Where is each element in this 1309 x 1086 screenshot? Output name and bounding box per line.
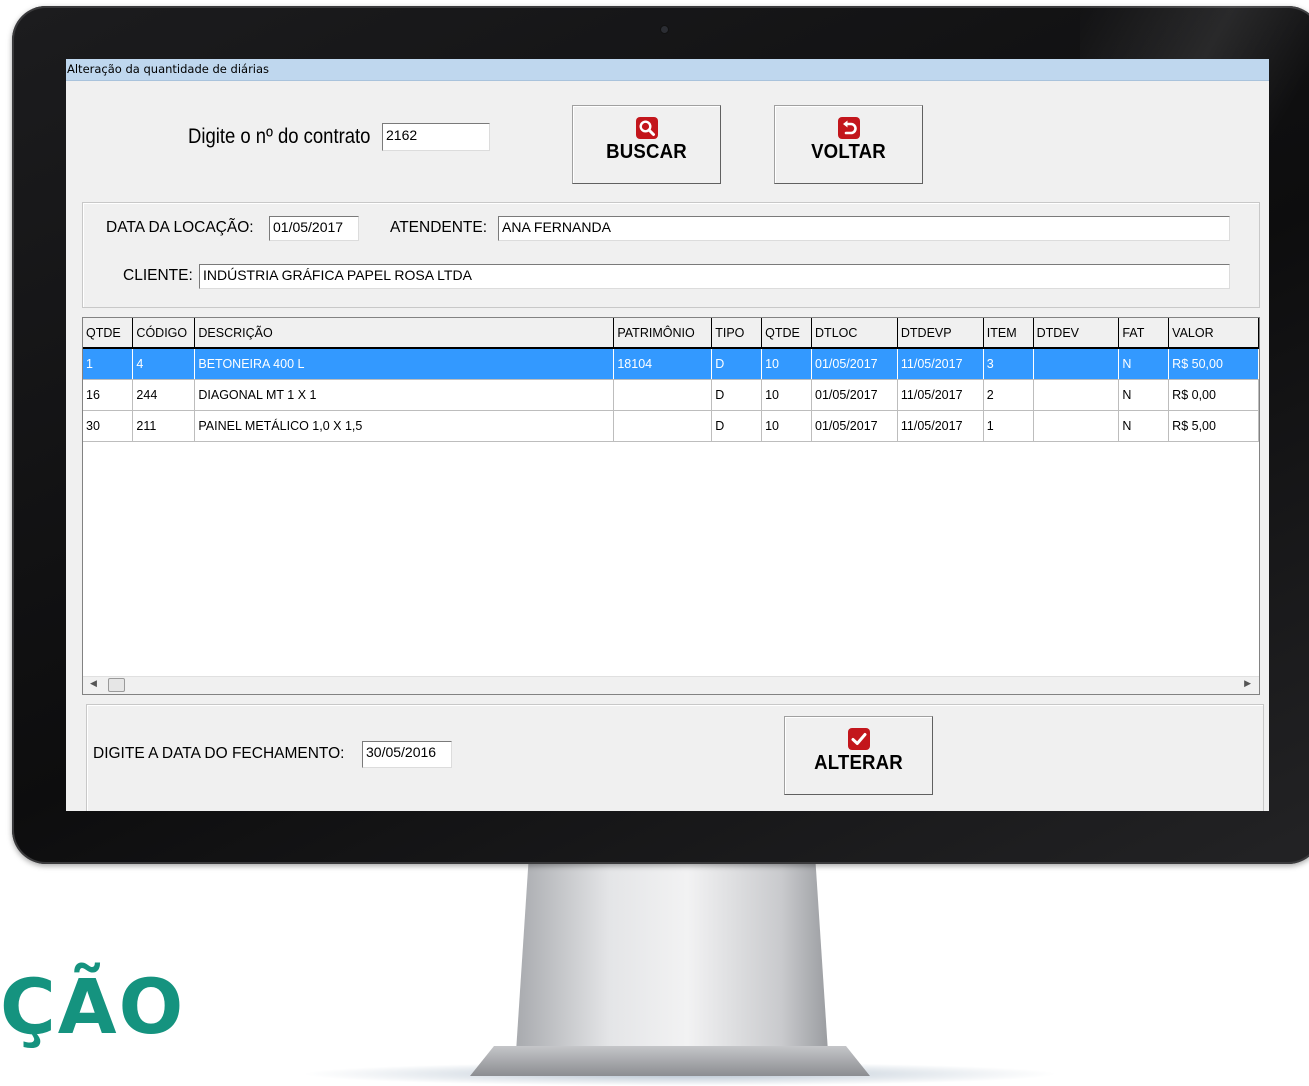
atendente-field[interactable]: ANA FERNANDA: [498, 216, 1230, 241]
table-cell[interactable]: R$ 5,00: [1168, 410, 1259, 442]
table-cell[interactable]: 4: [132, 348, 196, 380]
table-cell[interactable]: N: [1118, 379, 1170, 411]
table-cell[interactable]: N: [1118, 348, 1170, 380]
scroll-left-icon[interactable]: ◀: [90, 678, 97, 689]
table-cell[interactable]: 3: [983, 348, 1034, 380]
table-row-selected[interactable]: 1 4 BETONEIRA 400 L 18104 D 10 01/05/201…: [83, 348, 1259, 380]
table-cell[interactable]: D: [711, 348, 763, 380]
column-header[interactable]: FAT: [1118, 318, 1170, 349]
column-header[interactable]: VALOR: [1168, 318, 1259, 349]
column-header[interactable]: TIPO: [711, 318, 763, 349]
column-header[interactable]: DTDEV: [1033, 318, 1120, 349]
cliente-field[interactable]: INDÚSTRIA GRÁFICA PAPEL ROSA LTDA: [199, 264, 1230, 289]
buscar-label: BUSCAR: [606, 141, 687, 163]
table-cell[interactable]: 11/05/2017: [897, 379, 984, 411]
checkbox-check-icon: [847, 728, 870, 750]
data-locacao-label: DATA DA LOCAÇÃO:: [106, 219, 254, 236]
monitor-stand: [516, 862, 828, 1052]
table-row[interactable]: 16 244 DIAGONAL MT 1 X 1 D 10 01/05/2017…: [83, 379, 1259, 411]
table-cell[interactable]: DIAGONAL MT 1 X 1: [194, 379, 615, 411]
monitor-stand-base: [470, 1046, 870, 1076]
table-cell[interactable]: 16: [83, 379, 134, 411]
buscar-button[interactable]: BUSCAR: [572, 105, 721, 184]
items-table: QTDE CÓDIGO DESCRIÇÃO PATRIMÔNIO TIPO QT…: [83, 318, 1259, 442]
scroll-right-icon[interactable]: ▶: [1244, 678, 1251, 689]
table-cell[interactable]: R$ 50,00: [1168, 348, 1259, 380]
search-icon: [635, 117, 658, 139]
table-header-row: QTDE CÓDIGO DESCRIÇÃO PATRIMÔNIO TIPO QT…: [83, 318, 1259, 349]
alterar-label: ALTERAR: [814, 752, 903, 774]
atendente-label: ATENDENTE:: [390, 219, 488, 236]
watermark-text: ÇÃO: [0, 962, 186, 1051]
fechamento-field[interactable]: 30/05/2016: [362, 741, 452, 768]
table-cell[interactable]: 10: [761, 410, 813, 442]
table-cell[interactable]: 1: [83, 348, 134, 380]
table-cell[interactable]: 30: [83, 410, 134, 442]
table-cell[interactable]: PAINEL METÁLICO 1,0 X 1,5: [194, 410, 615, 442]
voltar-label: VOLTAR: [811, 141, 886, 163]
data-locacao-field[interactable]: 01/05/2017: [269, 216, 359, 241]
column-header[interactable]: QTDE: [83, 318, 134, 349]
voltar-button[interactable]: VOLTAR: [774, 105, 923, 184]
table-cell[interactable]: D: [711, 379, 763, 411]
table-cell[interactable]: R$ 0,00: [1168, 379, 1259, 411]
table-cell[interactable]: 10: [761, 348, 813, 380]
column-header[interactable]: DTLOC: [811, 318, 898, 349]
table-cell[interactable]: [1033, 379, 1120, 411]
fechamento-label: DIGITE A DATA DO FECHAMENTO:: [93, 745, 345, 762]
contract-input[interactable]: 2162: [382, 123, 490, 151]
back-arrow-icon: [837, 117, 860, 139]
horizontal-scrollbar[interactable]: ◀ ▶: [83, 676, 1259, 694]
table-cell[interactable]: 10: [761, 379, 813, 411]
table-cell[interactable]: 01/05/2017: [811, 379, 898, 411]
table-cell[interactable]: [1033, 348, 1120, 380]
items-grid[interactable]: QTDE CÓDIGO DESCRIÇÃO PATRIMÔNIO TIPO QT…: [82, 317, 1260, 695]
table-cell[interactable]: 11/05/2017: [897, 410, 984, 442]
table-cell[interactable]: 01/05/2017: [811, 348, 898, 380]
column-header[interactable]: ITEM: [983, 318, 1034, 349]
table-cell[interactable]: [613, 410, 713, 442]
table-row[interactable]: 30 211 PAINEL METÁLICO 1,0 X 1,5 D 10 01…: [83, 410, 1259, 442]
window-title: Alteração da quantidade de diárias: [66, 59, 1269, 81]
cliente-label: CLIENTE:: [123, 267, 193, 284]
table-cell[interactable]: D: [711, 410, 763, 442]
contract-label: Digite o nº do contrato: [188, 125, 371, 148]
table-cell[interactable]: 11/05/2017: [897, 348, 984, 380]
alterar-button[interactable]: ALTERAR: [784, 716, 933, 795]
scrollbar-thumb[interactable]: [108, 678, 125, 692]
table-cell[interactable]: N: [1118, 410, 1170, 442]
table-cell[interactable]: [613, 379, 713, 411]
table-cell[interactable]: 211: [132, 410, 196, 442]
table-cell[interactable]: BETONEIRA 400 L: [194, 348, 615, 380]
table-cell[interactable]: 01/05/2017: [811, 410, 898, 442]
app-window: Alteração da quantidade de diárias Digit…: [66, 59, 1269, 811]
table-cell[interactable]: 244: [132, 379, 196, 411]
table-cell[interactable]: 18104: [613, 348, 713, 380]
column-header[interactable]: DESCRIÇÃO: [194, 318, 615, 349]
column-header[interactable]: DTDEVP: [897, 318, 984, 349]
column-header[interactable]: CÓDIGO: [132, 318, 196, 349]
table-cell[interactable]: 1: [983, 410, 1034, 442]
table-cell[interactable]: [1033, 410, 1120, 442]
webcam-dot: [661, 26, 668, 33]
column-header[interactable]: PATRIMÔNIO: [613, 318, 713, 349]
column-header[interactable]: QTDE: [761, 318, 813, 349]
table-cell[interactable]: 2: [983, 379, 1034, 411]
